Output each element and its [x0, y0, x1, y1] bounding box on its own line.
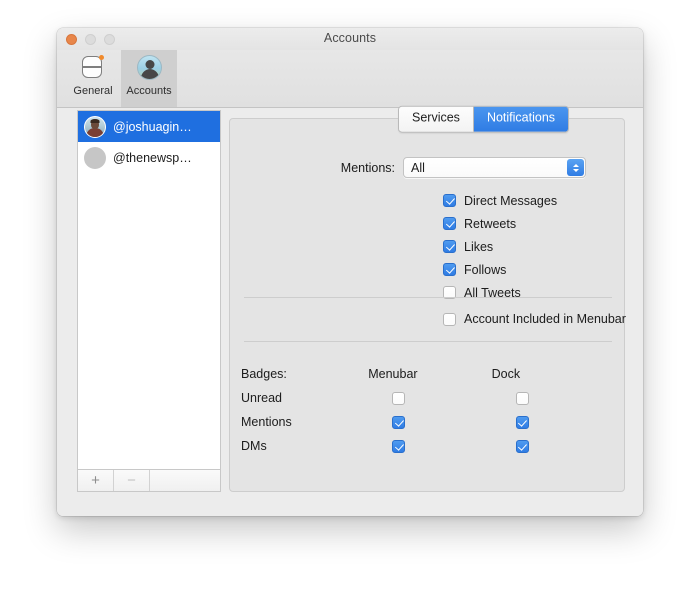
checkbox-dms-dock[interactable] — [515, 439, 529, 453]
checkbox-follows[interactable] — [443, 263, 456, 276]
notification-types-list: Direct Messages Retweets Likes Follows A… — [443, 189, 557, 304]
footer-filler — [150, 470, 220, 491]
badges-grid: Badges: Menubar Dock Unread Mentions DMs — [241, 362, 615, 458]
badges-row-unread: Unread — [241, 386, 615, 410]
badges-row-mentions: Mentions — [241, 410, 615, 434]
add-account-button[interactable]: + — [78, 470, 114, 491]
mentions-setting-row: Mentions: All — [230, 157, 624, 178]
remove-account-button[interactable]: − — [114, 470, 150, 491]
toolbar-item-general-label: General — [73, 85, 113, 97]
mentions-select-value: All — [411, 160, 425, 175]
checkbox-row-follows[interactable]: Follows — [443, 258, 557, 281]
window-title: Accounts — [323, 31, 377, 45]
checkbox-label: Likes — [464, 239, 494, 254]
column-header-label: Menubar — [368, 367, 418, 381]
checkbox-row-all-tweets[interactable]: All Tweets — [443, 281, 557, 304]
badges-header-row: Badges: Menubar Dock — [241, 362, 615, 386]
accounts-list-footer: + − — [77, 470, 221, 492]
settings-panel: Services Notifications Mentions: All Dir… — [229, 105, 626, 492]
checkbox-unread-menubar[interactable] — [392, 391, 406, 405]
checkbox-label: Direct Messages — [464, 193, 558, 208]
checkbox-mentions-dock[interactable] — [515, 415, 529, 429]
checkbox-retweets[interactable] — [443, 217, 456, 230]
avatar-placeholder — [84, 146, 106, 169]
settings-tab-bar: Services Notifications — [398, 105, 570, 133]
badge-row-label: DMs — [241, 439, 267, 453]
badge-cell-dms-menubar — [368, 439, 491, 453]
toolbar-item-accounts[interactable]: Accounts — [121, 50, 177, 107]
avatar — [84, 115, 106, 138]
badges-row-dms: DMs — [241, 434, 615, 458]
checkbox-mentions-menubar[interactable] — [392, 415, 406, 429]
list-item[interactable]: @thenewsp… — [78, 142, 220, 173]
badges-title: Badges: — [241, 367, 287, 381]
badge-cell-dms-dock — [492, 439, 615, 453]
preferences-content: @joshuagin… @thenewsp… + − Services Noti… — [57, 105, 643, 516]
badge-cell-mentions-menubar — [368, 415, 491, 429]
checkbox-account-included-in-menubar[interactable] — [443, 312, 456, 326]
column-header-label: Dock — [491, 367, 521, 381]
badge-cell-unread-menubar — [368, 391, 491, 405]
divider-bottom — [244, 341, 612, 342]
checkbox-row-direct-messages[interactable]: Direct Messages — [443, 189, 557, 212]
list-item[interactable]: @joshuagin… — [78, 111, 220, 142]
badge-cell-mentions-dock — [492, 415, 615, 429]
checkbox-row-likes[interactable]: Likes — [443, 235, 557, 258]
divider-top — [244, 297, 612, 298]
account-name: @thenewsp… — [113, 150, 192, 165]
tab-notifications[interactable]: Notifications — [472, 106, 569, 132]
checkbox-unread-dock[interactable] — [515, 391, 529, 405]
toolbar-item-accounts-label: Accounts — [126, 85, 172, 97]
window-titlebar: Accounts — [57, 28, 643, 50]
accounts-avatar-icon — [134, 53, 164, 83]
tab-services[interactable]: Services — [399, 106, 473, 132]
badges-column-dock-header: Dock — [492, 367, 615, 381]
general-icon — [78, 53, 108, 83]
badge-row-label: Mentions — [241, 415, 292, 429]
mentions-select[interactable]: All — [403, 157, 586, 178]
checkbox-row-retweets[interactable]: Retweets — [443, 212, 557, 235]
badges-column-menubar-header: Menubar — [368, 367, 491, 381]
accounts-preferences-window: Accounts General Accounts @joshuagin… @t… — [57, 28, 643, 516]
accounts-list[interactable]: @joshuagin… @thenewsp… — [77, 110, 221, 470]
checkbox-direct-messages[interactable] — [443, 194, 456, 207]
checkbox-label: Retweets — [464, 216, 517, 231]
preferences-toolbar: General Accounts — [57, 50, 643, 108]
checkbox-label: Follows — [464, 262, 507, 277]
menubar-inclusion-row[interactable]: Account Included in Menubar — [443, 312, 626, 326]
checkbox-label: Account Included in Menubar — [464, 312, 626, 326]
mentions-label: Mentions: — [340, 160, 395, 175]
account-name: @joshuagin… — [113, 119, 192, 134]
checkbox-likes[interactable] — [443, 240, 456, 253]
chevron-up-down-icon[interactable] — [567, 159, 584, 176]
checkbox-dms-menubar[interactable] — [392, 439, 406, 453]
toolbar-item-general[interactable]: General — [65, 50, 121, 107]
badge-row-label: Unread — [241, 391, 282, 405]
badge-cell-unread-dock — [492, 391, 615, 405]
